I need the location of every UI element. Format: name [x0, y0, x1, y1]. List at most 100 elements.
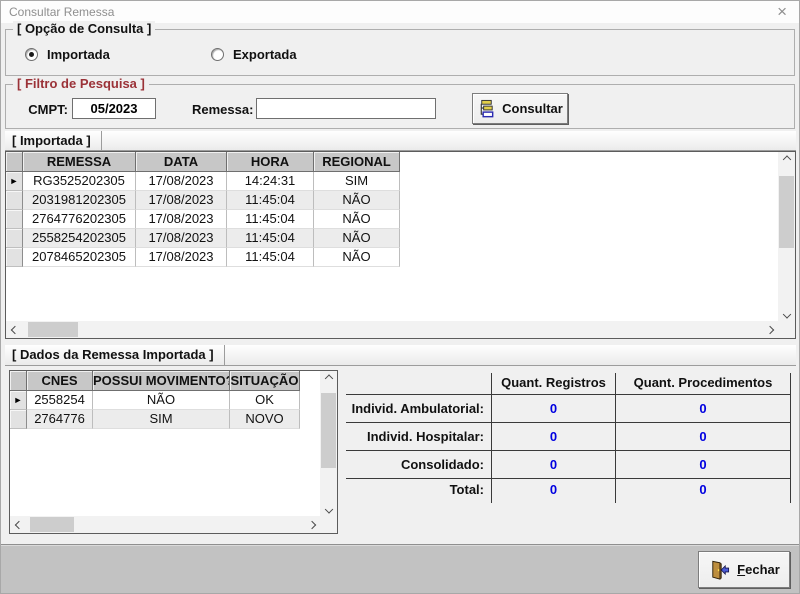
- filter-group: [ Filtro de Pesquisa ] CMPT: Remessa: Co…: [5, 84, 795, 129]
- fechar-label: Fechar: [737, 562, 780, 577]
- summary-row-label: Consolidado:: [346, 451, 491, 479]
- scroll-thumb[interactable]: [30, 517, 74, 532]
- column-header[interactable]: DATA: [136, 152, 227, 172]
- column-header[interactable]: CNES: [27, 371, 93, 391]
- grid-cell: 11:45:04: [227, 191, 314, 210]
- grid-cell: NÃO: [314, 248, 400, 267]
- tab-dados-remessa[interactable]: [ Dados da Remessa Importada ]: [5, 345, 225, 365]
- row-selector: [6, 210, 23, 229]
- column-header[interactable]: REGIONAL: [314, 152, 400, 172]
- filter-group-title: [ Filtro de Pesquisa ]: [13, 76, 149, 91]
- imported-grid: REMESSADATAHORAREGIONAL►RG352520230517/0…: [6, 152, 795, 267]
- summary-col-header: Quant. Procedimentos: [615, 373, 791, 395]
- summary-value-procedimentos: 0: [615, 479, 791, 503]
- scroll-right-button[interactable]: [303, 516, 320, 533]
- scroll-thumb[interactable]: [28, 322, 78, 337]
- grid-cell: 2078465202305: [23, 248, 136, 267]
- column-header[interactable]: POSSUI MOVIMENTO?: [93, 371, 230, 391]
- table-row[interactable]: 2764776SIMNOVO: [10, 410, 337, 429]
- grid-header-row: CNESPOSSUI MOVIMENTO?SITUAÇÃO: [10, 371, 337, 391]
- scroll-thumb[interactable]: [321, 393, 336, 468]
- details-grid: CNESPOSSUI MOVIMENTO?SITUAÇÃO►2558254NÃO…: [10, 371, 337, 429]
- grid-cell: NÃO: [93, 391, 230, 410]
- summary-row: Total:00: [346, 479, 791, 503]
- scroll-up-button[interactable]: [778, 152, 795, 169]
- grid-cell: 2031981202305: [23, 191, 136, 210]
- grid-cell: 17/08/2023: [136, 229, 227, 248]
- summary-value-procedimentos: 0: [615, 423, 791, 451]
- imported-grid-panel: REMESSADATAHORAREGIONAL►RG352520230517/0…: [5, 151, 796, 339]
- window-title: Consultar Remessa: [9, 5, 114, 19]
- column-header[interactable]: HORA: [227, 152, 314, 172]
- details-grid-panel: CNESPOSSUI MOVIMENTO?SITUAÇÃO►2558254NÃO…: [9, 370, 338, 534]
- row-selector: [10, 410, 27, 429]
- summary-header-row: Quant. RegistrosQuant. Procedimentos: [346, 373, 791, 395]
- grid-cell: 11:45:04: [227, 210, 314, 229]
- table-row[interactable]: 255825420230517/08/202311:45:04NÃO: [6, 229, 795, 248]
- scroll-left-button[interactable]: [10, 516, 27, 533]
- grid-header-row: REMESSADATAHORAREGIONAL: [6, 152, 795, 172]
- vertical-scrollbar[interactable]: [320, 371, 337, 516]
- option-group: [ Opção de Consulta ] Importada Exportad…: [5, 29, 795, 76]
- consultar-button[interactable]: Consultar: [472, 93, 568, 124]
- column-header[interactable]: SITUAÇÃO: [230, 371, 300, 391]
- scrollbar-corner: [320, 516, 337, 533]
- table-row[interactable]: 207846520230517/08/202311:45:04NÃO: [6, 248, 795, 267]
- cmpt-input[interactable]: [72, 98, 156, 119]
- row-selector-header: [10, 371, 27, 391]
- row-selector: ►: [10, 391, 27, 410]
- summary-row-label: Individ. Hospitalar:: [346, 423, 491, 451]
- summary-row-label: Individ. Ambulatorial:: [346, 395, 491, 423]
- table-row[interactable]: 203198120230517/08/202311:45:04NÃO: [6, 191, 795, 210]
- tab-importada[interactable]: [ Importada ]: [5, 131, 102, 150]
- grid-cell: 2558254202305: [23, 229, 136, 248]
- grid-cell: SIM: [93, 410, 230, 429]
- table-row[interactable]: 276477620230517/08/202311:45:04NÃO: [6, 210, 795, 229]
- summary-row: Consolidado:00: [346, 451, 791, 479]
- cmpt-label: CMPT:: [22, 102, 68, 117]
- horizontal-scrollbar[interactable]: [6, 321, 778, 338]
- horizontal-scrollbar[interactable]: [10, 516, 320, 533]
- scroll-right-button[interactable]: [761, 321, 778, 338]
- scroll-left-button[interactable]: [6, 321, 23, 338]
- grid-cell: 2764776202305: [23, 210, 136, 229]
- details-tabstrip: [ Dados da Remessa Importada ]: [5, 345, 796, 366]
- scroll-thumb[interactable]: [779, 176, 794, 248]
- scroll-down-button[interactable]: [778, 304, 795, 321]
- summary-value-registros: 0: [491, 423, 615, 451]
- summary-col-header: Quant. Registros: [491, 373, 615, 395]
- summary-row-label: Total:: [346, 479, 491, 503]
- vertical-scrollbar[interactable]: [778, 152, 795, 321]
- grid-cell: NÃO: [314, 191, 400, 210]
- column-header[interactable]: REMESSA: [23, 152, 136, 172]
- summary-value-procedimentos: 0: [615, 451, 791, 479]
- summary-value-registros: 0: [491, 451, 615, 479]
- row-selector: [6, 191, 23, 210]
- summary-value-registros: 0: [491, 479, 615, 503]
- grid-cell: 17/08/2023: [136, 191, 227, 210]
- row-selector: [6, 248, 23, 267]
- scroll-down-button[interactable]: [320, 499, 337, 516]
- table-row[interactable]: ►2558254NÃOOK: [10, 391, 337, 410]
- grid-cell: 11:45:04: [227, 229, 314, 248]
- summary-value-procedimentos: 0: [615, 395, 791, 423]
- consultar-remessa-window: Consultar Remessa × [ Opção de Consulta …: [0, 0, 800, 594]
- grid-cell: OK: [230, 391, 300, 410]
- close-icon[interactable]: ×: [777, 2, 787, 22]
- scroll-up-button[interactable]: [320, 371, 337, 388]
- fechar-button[interactable]: Fechar: [698, 551, 790, 588]
- grid-cell: 17/08/2023: [136, 172, 227, 191]
- radio-exportada[interactable]: Exportada: [211, 47, 297, 62]
- radio-importada[interactable]: Importada: [25, 47, 110, 62]
- row-selector-header: [6, 152, 23, 172]
- consultar-tree-icon: [477, 99, 496, 118]
- radio-unselected-icon: [211, 48, 224, 61]
- remessa-input[interactable]: [256, 98, 436, 119]
- summary-value-registros: 0: [491, 395, 615, 423]
- table-row[interactable]: ►RG352520230517/08/202314:24:31SIM: [6, 172, 795, 191]
- consultar-label: Consultar: [502, 101, 563, 116]
- summary-table: Quant. RegistrosQuant. ProcedimentosIndi…: [346, 373, 791, 503]
- grid-cell: NÃO: [314, 229, 400, 248]
- exit-door-icon: [708, 558, 731, 582]
- radio-importada-label: Importada: [47, 47, 110, 62]
